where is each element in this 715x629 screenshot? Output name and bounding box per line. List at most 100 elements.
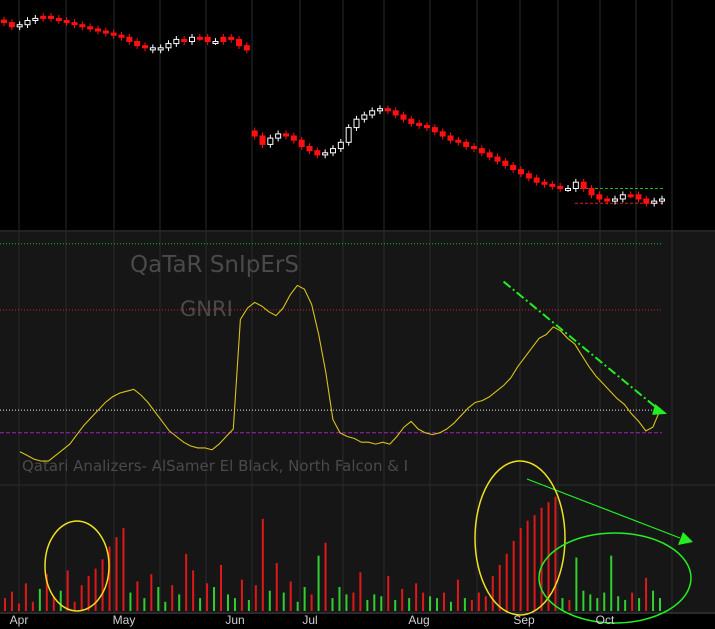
volume-bar-down xyxy=(324,542,327,611)
candle-down xyxy=(635,194,642,200)
volume-bar-up xyxy=(331,598,334,611)
candle-down xyxy=(447,135,454,141)
volume-bar-up xyxy=(38,588,41,611)
volume-bar-up xyxy=(380,596,383,611)
candle-down xyxy=(298,139,305,147)
volume-bar-up xyxy=(303,587,306,611)
candle-up xyxy=(651,200,658,204)
candle-down xyxy=(424,125,430,129)
volume-bar-down xyxy=(66,570,69,611)
volume-bar-up xyxy=(143,598,146,611)
volume-bar-down xyxy=(87,575,90,611)
volume-bar-down xyxy=(261,518,264,611)
volume-bar-up xyxy=(429,596,432,611)
volume-bar-down xyxy=(505,553,508,611)
candle-up xyxy=(572,181,579,189)
volume-bar-up xyxy=(282,592,285,611)
candle-down xyxy=(541,181,548,185)
candle-down xyxy=(63,20,70,24)
candle-up xyxy=(322,152,329,156)
candle-down xyxy=(142,45,148,49)
candle-down xyxy=(518,169,524,175)
volume-bar-down xyxy=(192,570,195,611)
volume-bar-down xyxy=(470,599,473,611)
volume-bar-down xyxy=(533,515,536,611)
candle-down xyxy=(55,17,62,21)
x-tick-label: Aug xyxy=(408,613,429,627)
volume-bar-up xyxy=(296,601,299,611)
candle-down xyxy=(71,22,78,26)
candle-down xyxy=(110,32,117,36)
candle-up xyxy=(173,38,180,45)
watermark-title: QaTaR SnIpErS xyxy=(130,252,299,278)
volume-bar-down xyxy=(484,596,487,611)
candle-down xyxy=(134,41,141,47)
volume-bar-up xyxy=(624,599,627,611)
volume-bar-up xyxy=(59,590,62,611)
candle-down xyxy=(486,152,493,158)
candle-down xyxy=(196,36,203,40)
candle-down xyxy=(510,164,517,171)
volume-bar-down xyxy=(456,579,459,611)
volume-bar-down xyxy=(254,585,257,611)
candle-up xyxy=(24,20,31,26)
candle-down xyxy=(431,127,438,133)
volume-bar-down xyxy=(498,564,501,611)
candle-up xyxy=(353,118,360,129)
candle-up xyxy=(619,194,626,200)
volume-bar-down xyxy=(17,603,20,611)
candle-down xyxy=(525,173,532,179)
candle-down xyxy=(290,135,297,141)
volume-bar-down xyxy=(310,594,313,611)
volume-bar-down xyxy=(275,563,278,611)
volume-bar-up xyxy=(449,601,452,611)
volume-bar-down xyxy=(94,568,97,611)
volume-bar-up xyxy=(199,598,202,611)
candle-down xyxy=(102,30,109,34)
candle-down xyxy=(181,38,188,43)
volume-bar-down xyxy=(136,581,139,611)
candle-down xyxy=(478,148,485,154)
volume-bar-up xyxy=(366,599,369,611)
candle-down xyxy=(455,139,462,143)
volume-bar-down xyxy=(122,528,125,611)
volume-bar-up xyxy=(610,555,613,611)
volume-bar-down xyxy=(491,575,494,611)
volume-bar-up xyxy=(247,599,250,611)
candle-down xyxy=(471,146,477,150)
volume-bar-up xyxy=(463,598,466,611)
candle-down xyxy=(251,130,258,137)
candle-up xyxy=(659,198,665,202)
candle-down xyxy=(416,122,423,127)
candle-down xyxy=(408,118,415,124)
candle-up xyxy=(369,110,376,116)
volume-bar-down xyxy=(442,592,445,611)
candle-up xyxy=(149,47,156,51)
watermark-indicator: GNRI xyxy=(180,297,233,321)
volume-bar-up xyxy=(408,598,411,611)
volume-bar-up xyxy=(603,592,606,611)
candle-down xyxy=(306,146,313,152)
candle-down xyxy=(627,194,634,198)
candle-down xyxy=(95,28,101,32)
x-tick-label: May xyxy=(113,613,136,627)
volume-bar-down xyxy=(185,553,188,611)
candle-down xyxy=(79,24,86,28)
candle-down xyxy=(236,38,242,47)
volume-bar-up xyxy=(268,590,271,611)
candle-up xyxy=(16,24,23,28)
volume-bar-up xyxy=(157,587,160,611)
volume-bar-down xyxy=(631,592,634,611)
volume-bar-down xyxy=(422,592,425,611)
volume-bar-up xyxy=(436,598,439,611)
indicator-panel xyxy=(0,232,715,484)
volume-bar-up xyxy=(659,598,661,611)
candle-down xyxy=(87,26,94,30)
candle-down xyxy=(502,160,509,166)
volume-bar-down xyxy=(526,520,529,611)
candle-up xyxy=(330,148,336,154)
volume-bar-up xyxy=(317,555,320,611)
volume-bar-up xyxy=(652,590,655,611)
volume-bar-up xyxy=(226,594,229,611)
candle-down xyxy=(604,198,611,202)
